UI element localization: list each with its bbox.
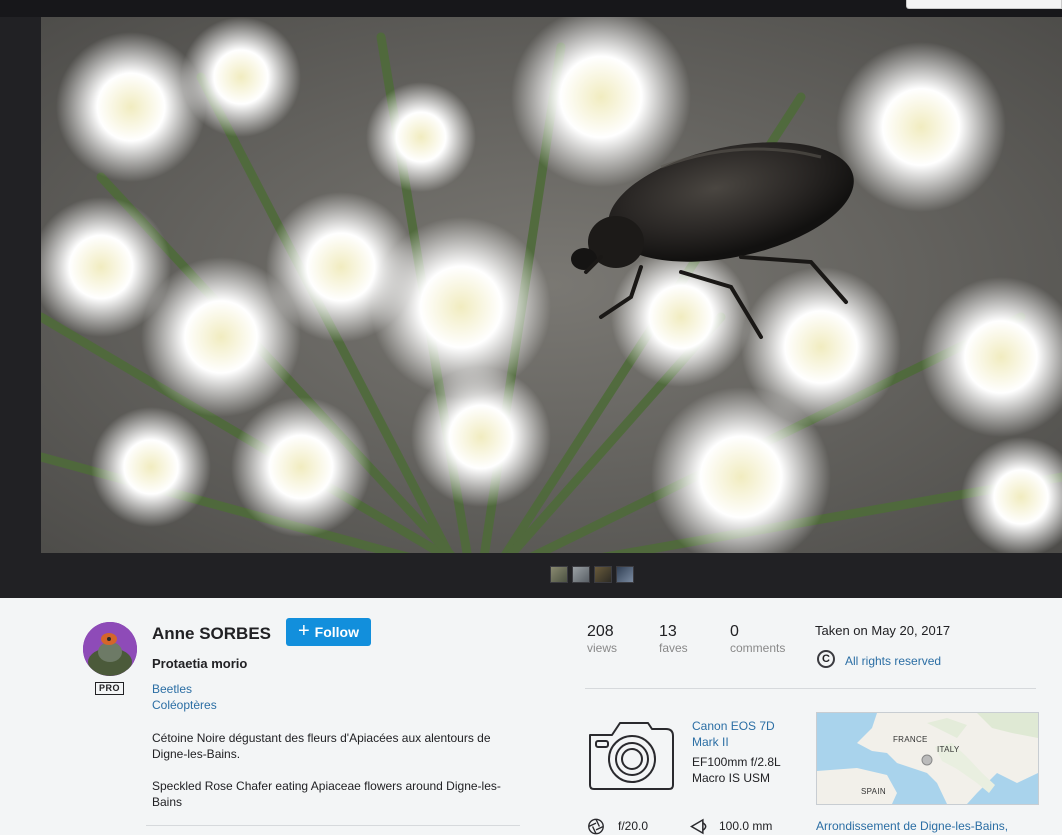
divider xyxy=(585,688,1036,689)
thumbnail[interactable] xyxy=(572,566,590,583)
views-count: 208 xyxy=(587,623,614,640)
photo-title: Protaetia morio xyxy=(152,656,248,671)
views-label: views xyxy=(587,641,618,655)
map-image xyxy=(817,713,1038,804)
aperture-icon xyxy=(588,818,604,835)
thumbnail[interactable] xyxy=(550,566,568,583)
faves-stat[interactable]: 13 faves xyxy=(659,623,688,655)
comments-stat[interactable]: 0 comments xyxy=(730,623,785,655)
pro-badge: PRO xyxy=(95,682,125,695)
photo-description: Cétoine Noire dégustant des fleurs d'Api… xyxy=(152,731,491,761)
aperture-value: f/20.0 xyxy=(618,819,649,833)
map-label-spain: SPAIN xyxy=(861,787,886,796)
top-bar xyxy=(0,0,1062,17)
views-stat: 208 views xyxy=(587,623,617,655)
album-link[interactable]: Coléoptères xyxy=(152,698,217,712)
cc-icon: C xyxy=(817,650,835,668)
location-map[interactable]: FRANCE ITALY SPAIN xyxy=(816,712,1039,805)
photo-image xyxy=(41,17,1062,553)
focal-length-value: 100.0 mm xyxy=(719,819,773,833)
follow-button[interactable]: + Follow xyxy=(286,618,371,646)
album-link[interactable]: Beetles xyxy=(152,682,192,696)
map-label-italy: ITALY xyxy=(937,745,960,754)
camera-icon xyxy=(589,722,674,790)
search-box[interactable] xyxy=(906,0,1062,9)
focal-length-icon xyxy=(690,818,707,835)
owner-name[interactable]: Anne SORBES xyxy=(152,624,271,644)
lens-info: EF100mm f/2.8L Macro IS USM xyxy=(692,755,781,785)
thumbnail-strip xyxy=(550,566,634,583)
thumbnail[interactable] xyxy=(594,566,612,583)
avatar-image xyxy=(83,622,137,676)
location-link[interactable]: Arrondissement de Digne-les-Bains, xyxy=(816,819,1008,833)
faves-count: 13 xyxy=(659,623,677,640)
photo-description: Speckled Rose Chafer eating Apiaceae flo… xyxy=(152,779,501,809)
map-label-france: FRANCE xyxy=(893,735,928,744)
comments-count: 0 xyxy=(730,623,739,640)
avatar[interactable] xyxy=(83,622,137,676)
faves-label: faves xyxy=(659,641,688,655)
camera-model-link[interactable]: Canon EOS 7D Mark II xyxy=(692,718,792,750)
plus-icon: + xyxy=(297,620,310,642)
main-photo[interactable] xyxy=(41,17,1062,553)
taken-date: Taken on May 20, 2017 xyxy=(815,623,951,638)
license-link[interactable]: All rights reserved xyxy=(845,654,941,668)
photo-stage xyxy=(0,0,1062,598)
follow-label: Follow xyxy=(314,624,359,640)
thumbnail[interactable] xyxy=(616,566,634,583)
comments-label: comments xyxy=(730,641,786,655)
divider xyxy=(146,825,520,826)
